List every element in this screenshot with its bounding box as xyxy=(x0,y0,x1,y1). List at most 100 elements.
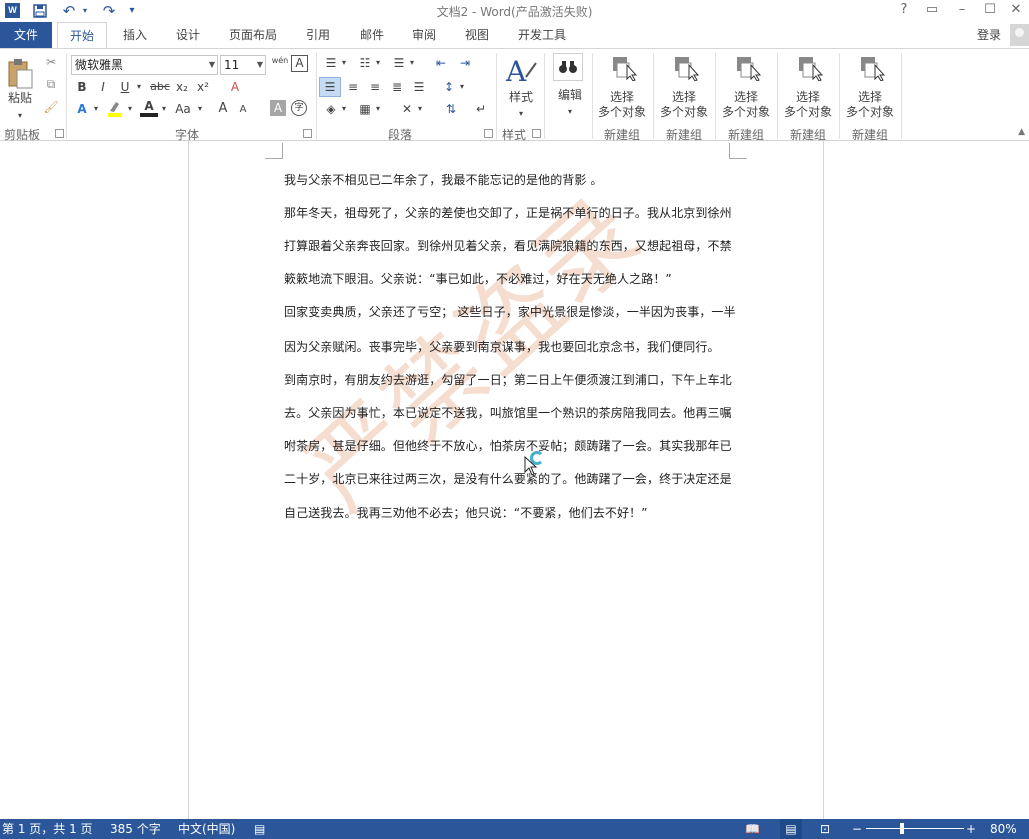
multilevel-dropdown-icon[interactable]: ▾ xyxy=(408,55,416,71)
shrink-font-icon[interactable]: A xyxy=(236,102,250,118)
editing-label[interactable]: 编辑 xyxy=(553,87,587,103)
select-objects-line2[interactable]: 多个对象 xyxy=(844,104,896,120)
font-color-dropdown-icon[interactable]: ▾ xyxy=(159,101,169,117)
read-mode-icon[interactable]: 📖 xyxy=(745,819,760,839)
styles-label[interactable]: 样式 xyxy=(503,89,539,105)
paragraph-line[interactable]: 自己送我去。我再三劝他不必去；他只说：“不要紧，他们去不好！” xyxy=(284,504,648,521)
italic-button[interactable]: I xyxy=(95,79,111,95)
tab-layout[interactable]: 页面布局 xyxy=(222,22,284,48)
paste-dropdown-icon[interactable]: ▾ xyxy=(12,108,28,124)
subscript-button[interactable]: x₂ xyxy=(174,79,190,95)
char-border-icon[interactable]: A xyxy=(291,55,308,72)
paragraph-line[interactable]: 回家变卖典质，父亲还了亏空； 这些日子，家中光景很是惨淡，一半因为丧事，一半 xyxy=(284,303,736,320)
format-painter-icon[interactable]: 🖌 xyxy=(42,99,60,115)
zoom-slider-thumb[interactable] xyxy=(900,823,904,834)
borders-icon[interactable]: ▦ xyxy=(356,101,374,117)
highlight-dropdown-icon[interactable]: ▾ xyxy=(125,101,135,117)
sort-icon[interactable]: ⇅ xyxy=(442,101,460,117)
close-button[interactable]: ✕ xyxy=(1002,0,1029,20)
grow-font-icon[interactable]: A xyxy=(216,101,230,117)
justify-button[interactable]: ≣ xyxy=(388,79,406,95)
font-color-icon[interactable]: A xyxy=(140,99,158,117)
select-objects-icon[interactable] xyxy=(848,55,892,82)
select-objects-line2[interactable]: 多个对象 xyxy=(658,104,710,120)
select-objects-line1[interactable]: 选择 xyxy=(596,89,648,105)
tab-view[interactable]: 视图 xyxy=(455,22,499,48)
shading-dropdown-icon[interactable]: ▾ xyxy=(340,101,348,117)
highlight-color-icon[interactable] xyxy=(106,99,124,117)
numbering-dropdown-icon[interactable]: ▾ xyxy=(374,55,382,71)
tab-file[interactable]: 文件 xyxy=(0,22,52,48)
select-objects-line2[interactable]: 多个对象 xyxy=(720,104,772,120)
font-name-select[interactable]: 微软雅黑 ▼ xyxy=(71,55,218,75)
minimize-button[interactable]: – xyxy=(948,0,976,20)
paragraph-line[interactable]: 到南京时，有朋友约去游逛，勾留了一日；第二日上午便须渡江到浦口，下午上车北 xyxy=(284,371,732,388)
page-count[interactable]: 第 1 页，共 1 页 xyxy=(2,819,93,839)
ribbon-display-button[interactable]: ▭ xyxy=(918,0,946,20)
numbering-icon[interactable]: ☷ xyxy=(356,55,374,71)
decrease-indent-icon[interactable]: ⇤ xyxy=(432,55,450,71)
paragraph-line[interactable]: 簌簌地流下眼泪。父亲说：“事已如此，不必难过，好在天无绝人之路！” xyxy=(284,270,672,287)
paragraph-launcher-icon[interactable] xyxy=(484,129,493,138)
login-link[interactable]: 登录 xyxy=(977,22,1001,48)
select-objects-icon[interactable] xyxy=(600,55,644,82)
collapse-ribbon-icon[interactable]: ▲ xyxy=(1018,127,1025,137)
line-spacing-icon[interactable]: ↕ xyxy=(440,79,458,95)
underline-dropdown-icon[interactable]: ▾ xyxy=(134,79,144,95)
paragraph-line[interactable]: 打算跟着父亲奔丧回家。到徐州见着父亲，看见满院狼籍的东西，又想起祖母，不禁 xyxy=(284,237,732,254)
paste-icon[interactable] xyxy=(5,57,35,93)
tab-review[interactable]: 审阅 xyxy=(402,22,446,48)
align-center-button[interactable]: ≡ xyxy=(344,79,362,95)
select-objects-line1[interactable]: 选择 xyxy=(720,89,772,105)
avatar[interactable] xyxy=(1010,24,1029,46)
zoom-level[interactable]: 80% xyxy=(990,819,1017,839)
show-marks-icon[interactable]: ↵ xyxy=(472,101,490,117)
tab-design[interactable]: 设计 xyxy=(166,22,210,48)
shading-icon[interactable]: ◈ xyxy=(322,101,340,117)
strikethrough-button[interactable]: abc xyxy=(148,79,172,95)
borders-dropdown-icon[interactable]: ▾ xyxy=(374,101,382,117)
paragraph-line[interactable]: 去。父亲因为事忙，本已说定不送我，叫旅馆里一个熟识的茶房陪我同去。他再三嘱 xyxy=(284,404,732,421)
binoculars-icon[interactable] xyxy=(553,53,583,81)
bullets-dropdown-icon[interactable]: ▾ xyxy=(340,55,348,71)
font-size-select[interactable]: 11 ▼ xyxy=(220,55,266,75)
zoom-in-button[interactable]: + xyxy=(966,819,976,839)
maximize-button[interactable]: ☐ xyxy=(976,0,1004,20)
select-objects-line2[interactable]: 多个对象 xyxy=(782,104,834,120)
tab-insert[interactable]: 插入 xyxy=(113,22,157,48)
zoom-slider[interactable] xyxy=(866,828,964,829)
bullets-icon[interactable]: ☰ xyxy=(322,55,340,71)
web-layout-icon[interactable]: ⊡ xyxy=(820,819,830,839)
superscript-button[interactable]: x² xyxy=(195,79,211,95)
phonetic-guide-icon[interactable]: wén xyxy=(271,53,289,69)
macro-record-icon[interactable]: ▤ xyxy=(254,819,265,839)
paragraph-line[interactable]: 咐茶房，甚是仔细。但他终于不放心，怕茶房不妥帖；颇踌躇了一会。其实我那年已 xyxy=(284,437,732,454)
distributed-button[interactable]: ☰ xyxy=(410,79,428,95)
clear-formatting-icon[interactable]: A xyxy=(226,79,244,95)
align-right-button[interactable]: ≡ xyxy=(366,79,384,95)
tab-references[interactable]: 引用 xyxy=(296,22,340,48)
select-objects-line1[interactable]: 选择 xyxy=(658,89,710,105)
enclose-char-icon[interactable]: 字 xyxy=(291,100,307,116)
styles-icon[interactable]: A xyxy=(503,55,539,89)
change-case-button[interactable]: Aa xyxy=(172,101,194,117)
paragraph-line[interactable]: 那年冬天，祖母死了，父亲的差使也交卸了，正是祸不单行的日子。我从北京到徐州 xyxy=(284,204,732,221)
select-objects-line1[interactable]: 选择 xyxy=(844,89,896,105)
select-objects-icon[interactable] xyxy=(786,55,830,82)
print-layout-icon[interactable]: ▤ xyxy=(780,819,802,839)
multilevel-list-icon[interactable]: ☰ xyxy=(390,55,408,71)
select-objects-line1[interactable]: 选择 xyxy=(782,89,834,105)
styles-launcher-icon[interactable] xyxy=(532,129,541,138)
help-button[interactable]: ? xyxy=(890,0,918,20)
paragraph-line[interactable]: 因为父亲赋闲。丧事完毕，父亲要到南京谋事，我也要回北京念书，我们便同行。 xyxy=(284,338,720,355)
clipboard-launcher-icon[interactable] xyxy=(55,129,64,138)
line-spacing-dropdown-icon[interactable]: ▾ xyxy=(458,79,466,95)
font-launcher-icon[interactable] xyxy=(303,129,312,138)
paragraph-line[interactable]: 二十岁，北京已来往过两三次，是没有什么要紧的了。他踌躇了一会，终于决定还是 xyxy=(284,470,732,487)
language-indicator[interactable]: 中文(中国) xyxy=(178,819,235,839)
tab-developer[interactable]: 开发工具 xyxy=(509,22,575,48)
word-count[interactable]: 385 个字 xyxy=(110,819,161,839)
chinese-layout-icon[interactable]: ✕ xyxy=(398,101,416,117)
tab-home[interactable]: 开始 xyxy=(57,22,107,49)
editing-dropdown-icon[interactable]: ▾ xyxy=(563,104,577,120)
